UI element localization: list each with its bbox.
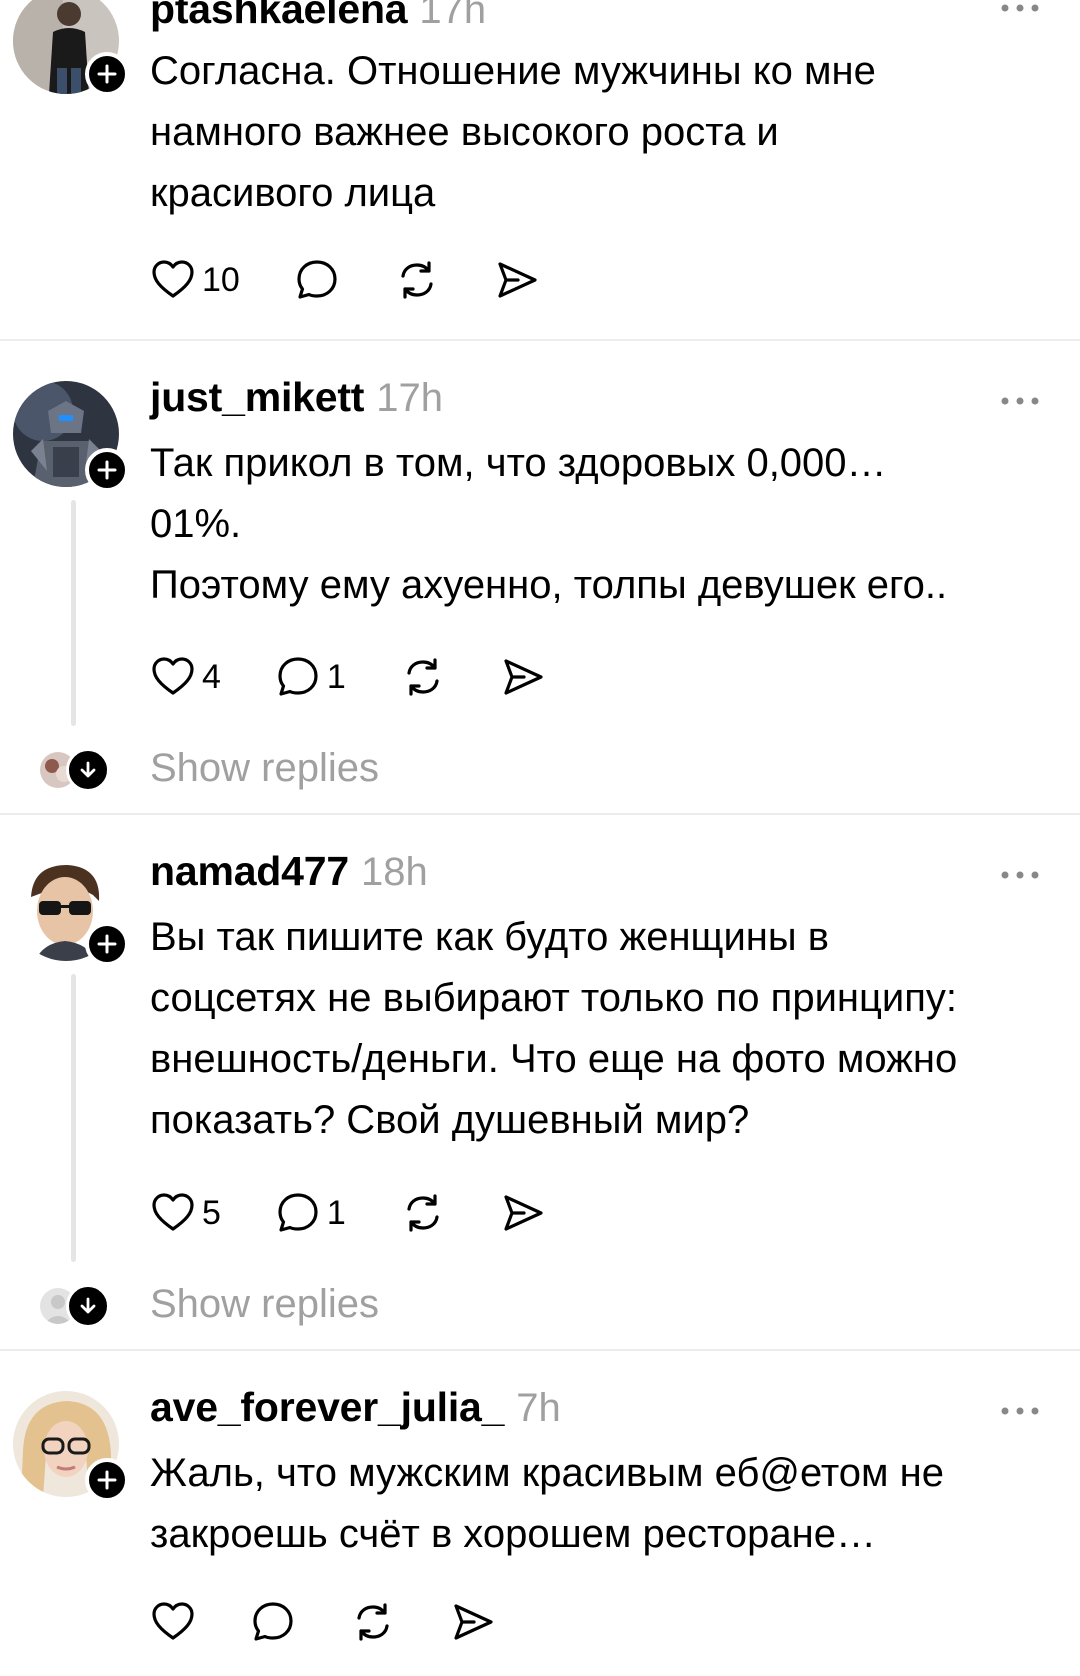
repost-button[interactable] — [350, 1599, 396, 1645]
action-bar — [150, 1598, 550, 1646]
follow-plus-icon[interactable] — [85, 1458, 129, 1502]
reply-button[interactable]: 1 — [275, 1190, 346, 1236]
timestamp: 17h — [376, 376, 444, 420]
follow-plus-icon[interactable] — [85, 922, 129, 966]
speech-bubble-icon — [297, 260, 337, 299]
timestamp: 7h — [516, 1386, 561, 1430]
share-button[interactable] — [450, 1599, 496, 1645]
reply-avatars[interactable] — [40, 1284, 112, 1328]
show-replies-link[interactable]: Show replies — [150, 746, 379, 791]
send-icon — [504, 1195, 543, 1231]
comment-text: Согласна. Отношение мужчины ко мне намно… — [150, 49, 876, 215]
reply-button[interactable] — [250, 1599, 296, 1645]
thread-line — [71, 500, 76, 726]
comment-text: Так прикол в том, что здоровых 0,000… 01… — [150, 441, 948, 607]
divider — [0, 1349, 1080, 1351]
action-bar: 5 1 — [150, 1189, 600, 1237]
username[interactable]: ave_forever_julia_ — [150, 1384, 504, 1431]
like-button[interactable]: 5 — [150, 1190, 221, 1236]
show-replies-link[interactable]: Show replies — [150, 1282, 379, 1327]
arrow-down-icon[interactable] — [66, 1284, 110, 1328]
like-button[interactable]: 10 — [150, 257, 240, 303]
repost-icon — [401, 261, 433, 299]
divider — [0, 813, 1080, 815]
speech-bubble-icon — [278, 657, 318, 696]
speech-bubble-icon — [278, 1193, 318, 1232]
heart-icon — [152, 1602, 194, 1640]
comment-header: just_mikett 17h — [150, 374, 443, 424]
follow-plus-icon[interactable] — [85, 448, 129, 492]
timestamp: 18h — [360, 850, 428, 894]
heart-icon — [152, 260, 194, 298]
more-dots-icon[interactable] — [998, 865, 1042, 885]
like-count: 4 — [202, 657, 221, 696]
repost-icon — [407, 658, 439, 696]
repost-button[interactable] — [400, 1190, 446, 1236]
like-count: 5 — [202, 1193, 221, 1232]
send-icon — [504, 659, 543, 695]
more-dots-icon[interactable] — [998, 0, 1042, 18]
like-count: 10 — [202, 260, 240, 299]
comment-header: ptashkaelena 17h — [150, 0, 486, 36]
username[interactable]: namad477 — [150, 848, 349, 895]
reply-count: 1 — [326, 657, 346, 696]
reply-button[interactable] — [294, 257, 340, 303]
action-bar: 10 — [150, 256, 594, 304]
heart-icon — [152, 1193, 194, 1231]
thread-line — [71, 974, 76, 1262]
timestamp: 17h — [419, 0, 487, 32]
username[interactable]: just_mikett — [150, 374, 364, 421]
action-bar: 4 1 — [150, 653, 600, 701]
more-dots-icon[interactable] — [998, 391, 1042, 411]
repost-icon — [407, 1194, 439, 1232]
repost-icon — [357, 1603, 389, 1641]
share-button[interactable] — [500, 654, 546, 700]
username[interactable]: ptashkaelena — [150, 0, 408, 33]
more-dots-icon[interactable] — [998, 1401, 1042, 1421]
reply-count: 1 — [326, 1193, 346, 1232]
comment-text: Жаль, что мужским красивым еб@етом не за… — [150, 1451, 944, 1556]
arrow-down-icon[interactable] — [66, 748, 110, 792]
reply-button[interactable]: 1 — [275, 654, 346, 700]
share-button[interactable] — [494, 257, 540, 303]
speech-bubble-icon — [253, 1602, 293, 1641]
like-button[interactable]: 4 — [150, 654, 221, 700]
comment-header: namad477 18h — [150, 848, 428, 898]
divider — [0, 339, 1080, 341]
comment-header: ave_forever_julia_ 7h — [150, 1384, 561, 1434]
share-button[interactable] — [500, 1190, 546, 1236]
send-icon — [454, 1604, 493, 1640]
comment-text: Вы так пишите как будто женщины в соцсет… — [150, 915, 958, 1142]
heart-icon — [152, 657, 194, 695]
send-icon — [498, 262, 537, 298]
reply-avatars[interactable] — [40, 748, 112, 792]
like-button[interactable] — [150, 1599, 196, 1645]
repost-button[interactable] — [400, 654, 446, 700]
repost-button[interactable] — [394, 257, 440, 303]
follow-plus-icon[interactable] — [85, 52, 129, 96]
